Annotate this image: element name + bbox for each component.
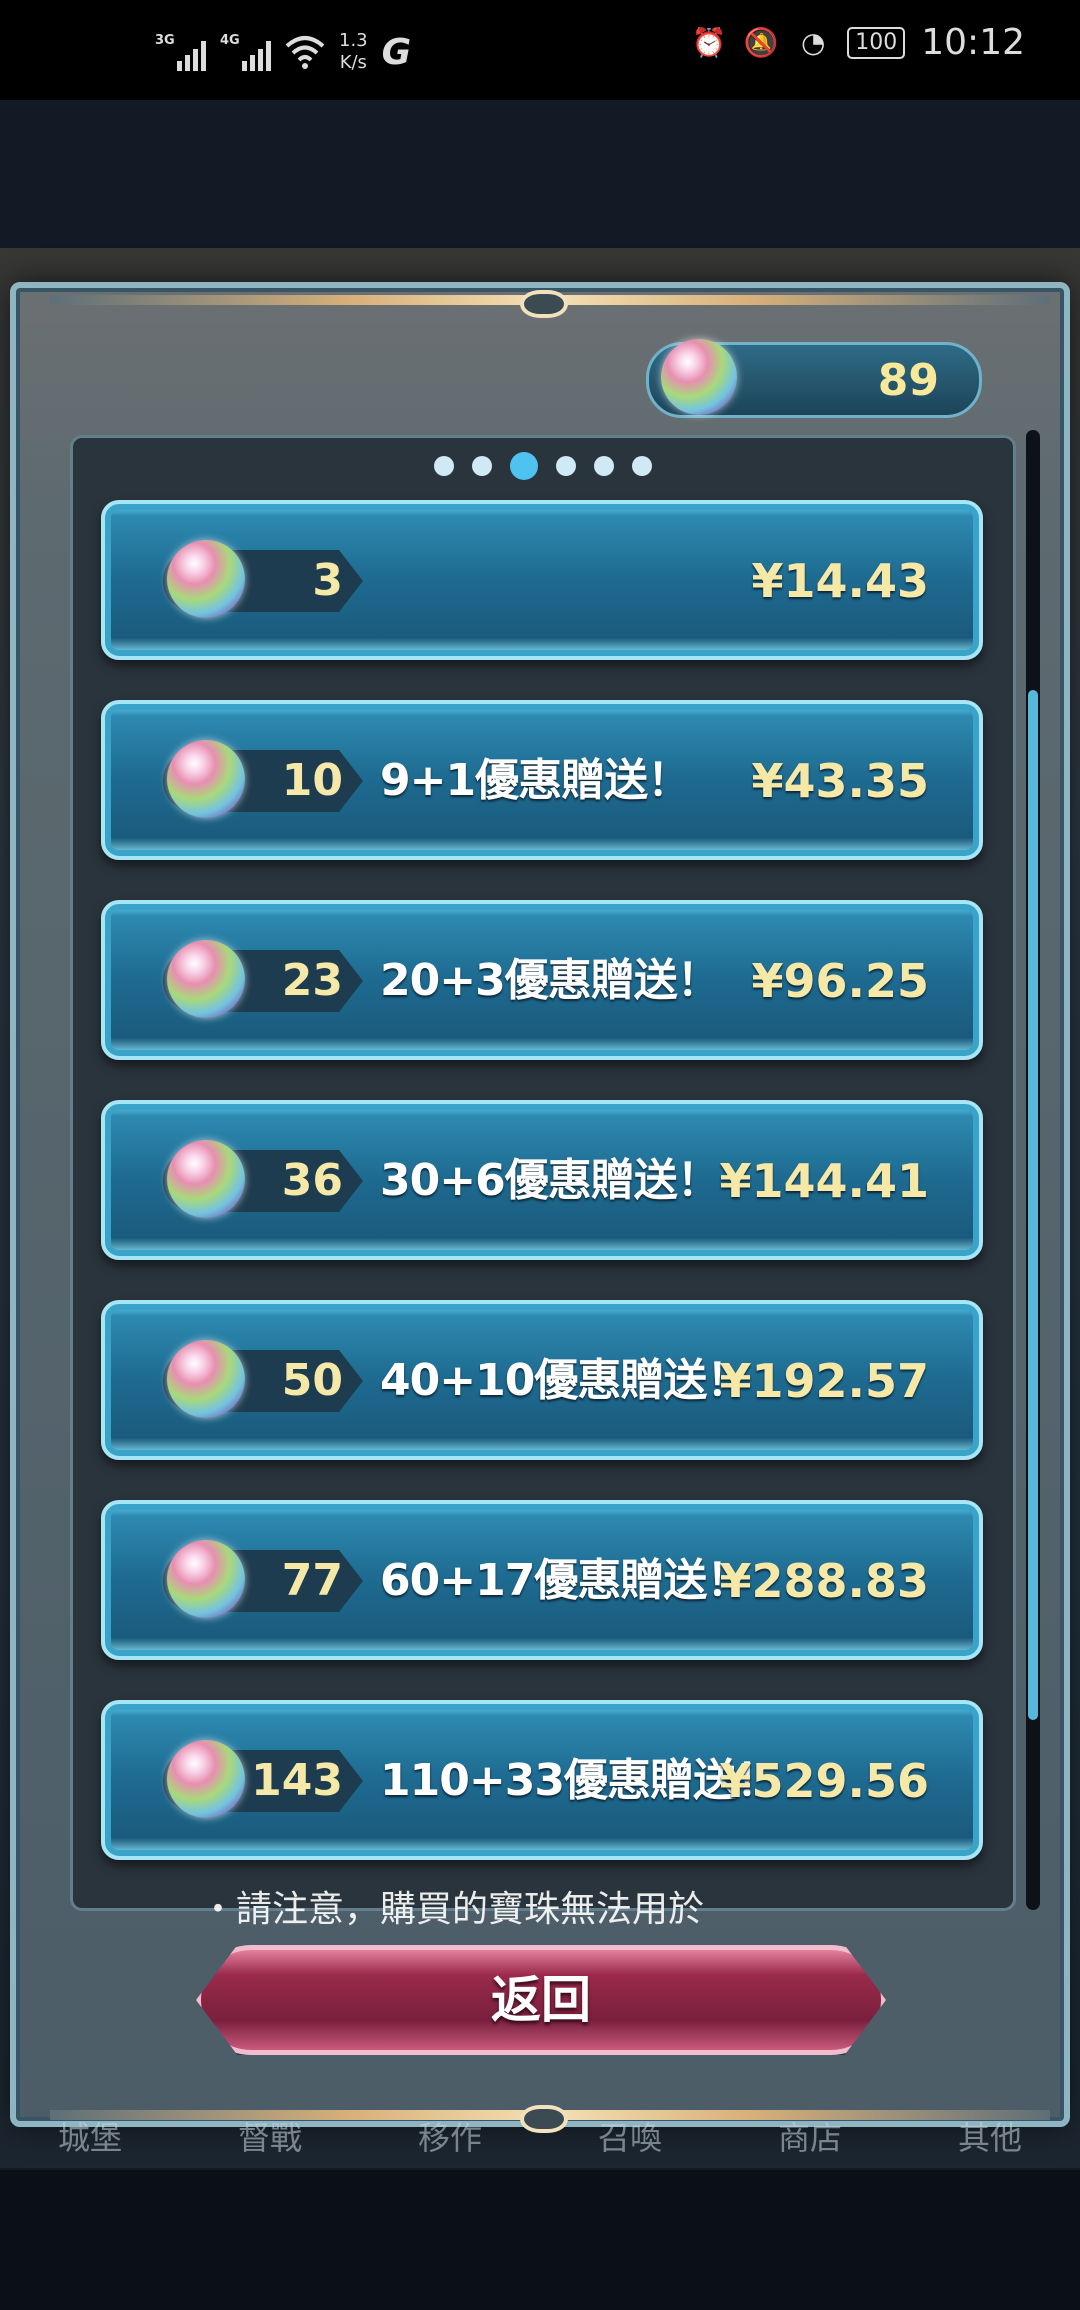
signal-4g-icon: 4G	[220, 33, 271, 71]
scrollbar[interactable]	[1026, 430, 1040, 1910]
frame-ornament-icon	[520, 290, 568, 318]
orb-package-item[interactable]: 50 40+10優惠贈送！ ¥192.57	[101, 1300, 983, 1460]
package-quantity: 23	[281, 955, 343, 1006]
package-price: ¥96.25	[751, 954, 929, 1008]
bottom-nav-item: 督戰	[237, 2119, 302, 2157]
scrollbar-thumb[interactable]	[1028, 690, 1038, 1720]
package-quantity: 10	[281, 755, 343, 806]
orb-package-item[interactable]: 3 ¥14.43	[101, 500, 983, 660]
signal-3g-icon: 3G	[155, 33, 206, 71]
package-quantity: 50	[281, 1355, 343, 1406]
orb-counter: 89	[646, 339, 982, 418]
page-dot[interactable]	[472, 456, 492, 476]
mute-notification-icon: 🔕	[743, 26, 779, 59]
page-dot[interactable]	[510, 452, 538, 480]
package-price: ¥529.56	[719, 1754, 929, 1808]
clock: 10:12	[921, 22, 1025, 63]
page-indicator	[73, 452, 1013, 480]
package-list-panel: 3 ¥14.43 10 9+1優惠贈送！ ¥43.35 23 20+3優惠贈送！ ¥96.25…	[70, 435, 1016, 1911]
bottom-nav-item: 移作	[417, 2119, 482, 2157]
purchase-notice: ・請注意，購買的寶珠無法用於	[200, 1889, 705, 1930]
package-quantity: 3	[312, 555, 343, 606]
package-price: ¥14.43	[751, 554, 929, 608]
orb-icon	[661, 339, 737, 415]
package-price: ¥43.35	[751, 754, 929, 808]
package-bonus: 20+3優惠贈送！	[380, 955, 721, 1006]
bottom-nav-item: 城堡	[57, 2119, 122, 2157]
bottom-nav-item: 其他	[957, 2119, 1022, 2157]
status-bar: 3G 4G 1.3 K/s G ⏰ 🔕 ◔ 100 10:12	[0, 0, 1080, 100]
speedometer-icon: ◔	[801, 26, 826, 59]
orb-package-item[interactable]: 36 30+6優惠贈送！ ¥144.41	[101, 1100, 983, 1260]
orb-package-item[interactable]: 77 60+17優惠贈送！ ¥288.83	[101, 1500, 983, 1660]
bottom-nav-item: 商店	[777, 2119, 842, 2157]
wifi-icon	[285, 36, 325, 69]
page-dot[interactable]	[434, 456, 454, 476]
package-bonus: 60+17優惠贈送！	[380, 1555, 750, 1606]
bottom-nav-item: 召喚	[597, 2119, 662, 2157]
package-quantity: 77	[281, 1555, 343, 1606]
net-speed: 1.3 K/s	[339, 30, 368, 73]
package-quantity: 143	[251, 1755, 343, 1806]
package-price: ¥144.41	[719, 1154, 929, 1208]
orb-package-item[interactable]: 143 110+33優惠贈送！ ¥529.56	[101, 1700, 983, 1860]
orb-package-item[interactable]: 10 9+1優惠贈送！ ¥43.35	[101, 700, 983, 860]
back-button[interactable]: 返回	[196, 1945, 886, 2055]
battery-icon: 100	[847, 26, 906, 59]
app-g-icon: G	[381, 31, 412, 73]
package-bonus: 9+1優惠贈送！	[380, 755, 691, 806]
alarm-icon: ⏰	[691, 26, 727, 59]
package-price: ¥288.83	[719, 1554, 929, 1608]
page-dot[interactable]	[632, 456, 652, 476]
bottom-nav: 城堡 督戰 移作 召喚 商店 其他	[0, 2108, 1080, 2168]
orb-count: 89	[877, 355, 939, 406]
package-quantity: 36	[281, 1155, 343, 1206]
package-bonus: 40+10優惠贈送！	[380, 1355, 750, 1406]
orb-package-item[interactable]: 23 20+3優惠贈送！ ¥96.25	[101, 900, 983, 1060]
page-dot[interactable]	[556, 456, 576, 476]
package-price: ¥192.57	[719, 1354, 929, 1408]
package-bonus: 30+6優惠贈送！	[380, 1155, 721, 1206]
page-dot[interactable]	[594, 456, 614, 476]
